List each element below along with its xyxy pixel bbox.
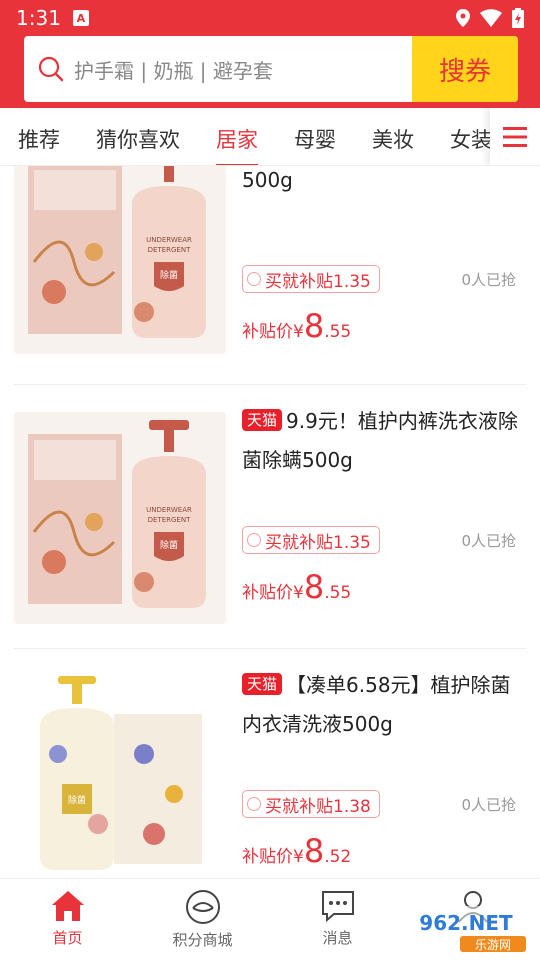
search-input[interactable]: 护手霜 | 奶瓶 | 避孕套 <box>24 36 412 102</box>
nav-messages[interactable]: 消息 <box>270 879 405 960</box>
coupon-icon <box>247 797 261 811</box>
subsidy-price: 补贴价¥8.52 <box>242 832 352 870</box>
product-image: UNDERWEAR DETERGENT 除菌 <box>14 166 226 354</box>
notification-icon: A <box>72 10 89 26</box>
search-coupon-button[interactable]: 搜券 <box>412 36 518 102</box>
site-watermark-logo: 962.NET 乐游网 <box>400 904 532 956</box>
grabbed-count: 0人已抢 <box>461 796 516 814</box>
subsidy-badge: 买就补贴1.38 <box>242 790 380 818</box>
wifi-icon <box>480 9 502 27</box>
svg-text:乐游网: 乐游网 <box>475 938 511 952</box>
product-title: 天猫植护内裤洗衣液除菌除螨500g <box>242 166 526 200</box>
location-icon <box>456 9 470 27</box>
product-image: 除菌 <box>14 674 226 878</box>
tab-beauty[interactable]: 美妆 <box>372 124 414 154</box>
coupon-icon <box>247 533 261 547</box>
points-mall-icon <box>185 890 220 924</box>
tab-home[interactable]: 居家 <box>216 124 258 165</box>
product-title: 天猫 9.9元！植护内裤洗衣液除菌除螨500g <box>242 409 518 472</box>
product-card[interactable]: 除菌 天猫 【凑单6.58元】植护除菌内衣清洗液500g 买就补贴1.38 0人已… <box>14 650 526 878</box>
svg-text:962.NET: 962.NET <box>419 911 513 935</box>
product-title: 天猫 【凑单6.58元】植护除菌内衣清洗液500g <box>242 673 511 736</box>
grabbed-count: 0人已抢 <box>461 532 516 550</box>
product-feed[interactable]: UNDERWEAR DETERGENT 除菌 天猫植护内裤洗衣液除菌除螨500g… <box>0 166 540 878</box>
subsidy-badge: 买就补贴1.35 <box>242 526 380 554</box>
subsidy-price: 补贴价¥8.55 <box>242 307 352 345</box>
subsidy-badge: 买就补贴1.35 <box>242 265 380 293</box>
search-header: 护手霜 | 奶瓶 | 避孕套 搜券 <box>0 36 540 108</box>
tab-baby[interactable]: 母婴 <box>294 124 336 154</box>
coupon-icon <box>247 272 261 286</box>
svg-text:DETERGENT: DETERGENT <box>148 516 191 524</box>
svg-text:DETERGENT: DETERGENT <box>148 246 191 254</box>
status-time: 1:31 <box>16 6 61 30</box>
tab-womens[interactable]: 女装 <box>450 124 492 154</box>
home-icon <box>51 891 84 921</box>
svg-text:除菌: 除菌 <box>160 269 178 281</box>
product-card[interactable]: UNDERWEAR DETERGENT 除菌 天猫 9.9元！植护内裤洗衣液除菌除… <box>14 386 526 649</box>
svg-text:除菌: 除菌 <box>68 794 86 806</box>
nav-points-mall[interactable]: 积分商城 <box>135 879 270 960</box>
product-card[interactable]: UNDERWEAR DETERGENT 除菌 天猫植护内裤洗衣液除菌除螨500g… <box>14 166 526 385</box>
status-bar: 1:31 A <box>0 0 540 36</box>
battery-icon <box>512 8 524 28</box>
tmall-badge: 天猫 <box>242 409 283 431</box>
tab-recommend[interactable]: 推荐 <box>18 124 60 154</box>
search-placeholder: 护手霜 | 奶瓶 | 避孕套 <box>74 58 273 83</box>
tab-guess-you-like[interactable]: 猜你喜欢 <box>96 124 180 154</box>
svg-text:UNDERWEAR: UNDERWEAR <box>146 506 192 514</box>
product-image: UNDERWEAR DETERGENT 除菌 <box>14 412 226 624</box>
grabbed-count: 0人已抢 <box>461 271 516 289</box>
subsidy-price: 补贴价¥8.55 <box>242 568 352 606</box>
nav-home[interactable]: 首页 <box>0 879 135 960</box>
search-icon <box>38 56 64 82</box>
search-bar: 护手霜 | 奶瓶 | 避孕套 搜券 <box>24 36 518 102</box>
tab-menu-button[interactable] <box>490 108 540 165</box>
message-icon <box>321 891 354 923</box>
svg-text:UNDERWEAR: UNDERWEAR <box>146 236 192 244</box>
tmall-badge: 天猫 <box>242 673 283 695</box>
category-tabs: 推荐 猜你喜欢 居家 母婴 美妆 女装 <box>0 108 540 166</box>
menu-icon <box>503 127 527 147</box>
svg-text:除菌: 除菌 <box>160 539 178 551</box>
